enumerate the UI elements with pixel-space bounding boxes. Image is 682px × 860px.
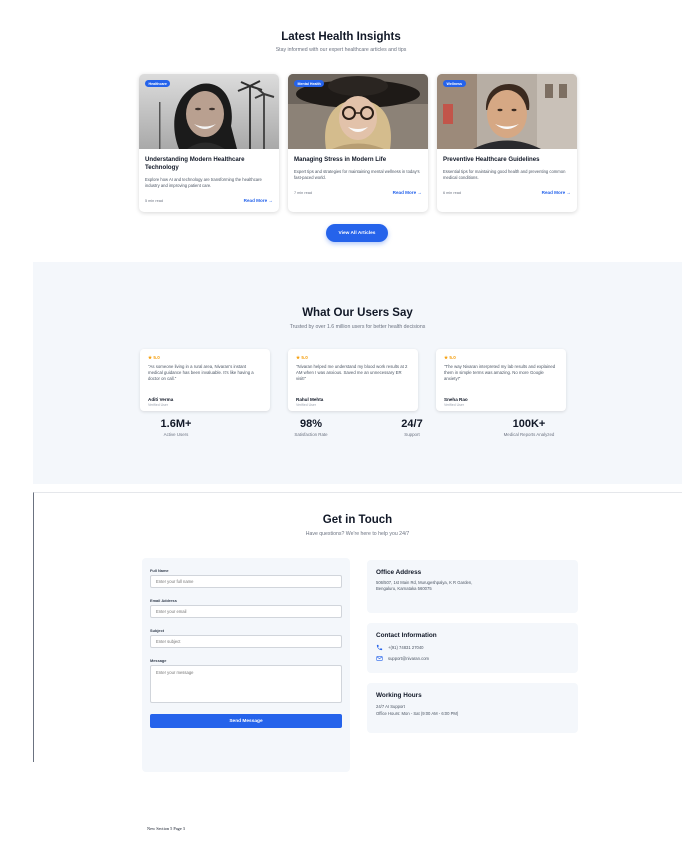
read-more-link[interactable]: Read More → — [244, 198, 273, 203]
stat-value: 98% — [299, 418, 323, 430]
email-address: support@nivaran.com — [388, 656, 430, 661]
testimonial-quote: "As someone living in a rural area, Niva… — [148, 364, 254, 382]
office-hours-text: Office Hours: Mon - Sat (9:00 AM - 6:00 … — [376, 711, 459, 717]
working-hours-title: Working Hours — [376, 692, 422, 699]
article-title[interactable]: Preventive Healthcare Guidelines — [443, 156, 571, 164]
testimonial-card: ★ 5.0 "The way Nivaran interpreted my la… — [436, 349, 566, 411]
phone-icon — [376, 644, 383, 651]
view-all-articles-button[interactable]: View All Articles — [326, 224, 388, 242]
insights-title: Latest Health Insights — [281, 31, 401, 43]
testimonials-title: What Our Users Say — [302, 307, 413, 319]
reviewer-role: Verified User — [148, 403, 169, 407]
working-hours-panel: Working Hours 24/7 AI Support Office Hou… — [367, 683, 578, 733]
reviewer-name: Aditi Verma — [148, 397, 174, 402]
page-footer-note: New Section 5 Page 3 — [147, 826, 185, 831]
stat-reports-analyzed: 100K+ Medical Reports Analyzed — [479, 418, 579, 437]
reviewer-role: Verified User — [444, 403, 465, 407]
category-badge: Mental Health — [294, 80, 325, 87]
subject-label: Subject — [150, 628, 165, 633]
stat-support: 24/7 Support — [367, 418, 457, 437]
rating-stars: ★ 5.0 — [148, 355, 160, 360]
message-label: Message — [150, 658, 167, 663]
reviewer-name: Sneha Rao — [444, 397, 468, 402]
stat-satisfaction-rate: 98% Satisfaction Rate — [266, 418, 356, 437]
article-card-mental-health[interactable]: Mental Health Managing Stress in Modern … — [288, 74, 428, 212]
stat-active-users: 1.6M+ Active Users — [131, 418, 221, 437]
email-input[interactable] — [150, 605, 342, 618]
office-address-title: Office Address — [376, 569, 422, 576]
article-title[interactable]: Understanding Modern Healthcare Technolo… — [145, 156, 273, 172]
read-more-link[interactable]: Read More → — [542, 190, 571, 195]
rating-stars: ★ 5.0 — [296, 355, 308, 360]
testimonial-quote: "The way Nivaran interpreted my lab resu… — [444, 364, 556, 382]
article-meta: 5 min read Read More → — [145, 198, 273, 203]
contact-title: Get in Touch — [322, 514, 393, 526]
subject-input[interactable] — [150, 635, 342, 648]
article-title[interactable]: Managing Stress in Modern Life — [294, 156, 422, 164]
email-row[interactable]: support@nivaran.com — [376, 655, 569, 662]
stat-value: 24/7 — [401, 418, 423, 430]
stat-label: Support — [404, 432, 420, 437]
ai-support-text: 24/7 AI Support — [376, 704, 405, 709]
insights-subtitle: Stay informed with our expert healthcare… — [275, 47, 407, 53]
article-card-wellness[interactable]: Wellness Preventive Healthcare Guideline… — [437, 74, 577, 212]
office-address-text: 506/507, 1st Main Rd, Murugeshpalya, K R… — [376, 580, 473, 592]
stat-value: 1.6M+ — [160, 418, 192, 430]
article-description: Essential tips for maintaining good heal… — [443, 169, 566, 181]
email-label: Email Address — [150, 598, 177, 603]
full-name-input[interactable] — [150, 575, 342, 588]
category-badge: Healthcare — [145, 80, 171, 87]
stat-label: Active Users — [163, 432, 189, 437]
mail-icon — [376, 656, 383, 661]
article-meta: 7 min read Read More → — [294, 190, 422, 195]
contact-information-panel: Contact Information +(91) 74831 27040 su… — [367, 623, 578, 673]
message-textarea[interactable] — [150, 665, 342, 703]
contact-form: Full Name Email Address Subject Message … — [142, 558, 350, 772]
article-description: Explore how AI and technology are transf… — [145, 177, 262, 189]
testimonial-card: ★ 5.0 "As someone living in a rural area… — [140, 349, 270, 411]
insights-section: Latest Health Insights Stay informed wit… — [0, 0, 682, 262]
article-description: Expert tips and strategies for maintaini… — [294, 169, 420, 181]
article-card-healthcare[interactable]: Healthcare Understanding Modern Healthca… — [139, 74, 279, 212]
stat-label: Satisfaction Rate — [294, 432, 328, 437]
read-time: 7 min read — [294, 190, 312, 195]
testimonials-subtitle: Trusted by over 1.6 million users for be… — [289, 324, 426, 330]
stat-value: 100K+ — [512, 418, 546, 430]
testimonial-quote: "Nivaran helped me understand my blood w… — [296, 364, 408, 382]
read-time: 5 min read — [145, 198, 163, 203]
read-time: 6 min read — [443, 190, 461, 195]
category-badge: Wellness — [443, 80, 466, 87]
office-address-panel: Office Address 506/507, 1st Main Rd, Mur… — [367, 560, 578, 613]
rating-stars: ★ 5.0 — [444, 355, 456, 360]
testimonial-card: ★ 5.0 "Nivaran helped me understand my b… — [288, 349, 418, 411]
contact-subtitle: Have questions? We're here to help you 2… — [305, 531, 410, 537]
contact-section: Get in Touch Have questions? We're here … — [0, 492, 682, 772]
full-name-label: Full Name — [150, 568, 169, 573]
phone-number: +(91) 74831 27040 — [388, 645, 424, 650]
reviewer-name: Rahul Mehta — [296, 397, 324, 402]
article-meta: 6 min read Read More → — [443, 190, 571, 195]
article-image-healthcare: Healthcare — [139, 74, 279, 149]
testimonials-section: What Our Users Say Trusted by over 1.6 m… — [33, 262, 682, 484]
read-more-link[interactable]: Read More → — [393, 190, 422, 195]
reviewer-role: Verified User — [296, 403, 317, 407]
contact-information-title: Contact Information — [376, 632, 437, 639]
send-message-button[interactable]: Send Message — [150, 714, 342, 728]
article-image-wellness: Wellness — [437, 74, 577, 149]
phone-row[interactable]: +(91) 74831 27040 — [376, 644, 569, 651]
stat-label: Medical Reports Analyzed — [503, 432, 555, 437]
article-image-mental-health: Mental Health — [288, 74, 428, 149]
